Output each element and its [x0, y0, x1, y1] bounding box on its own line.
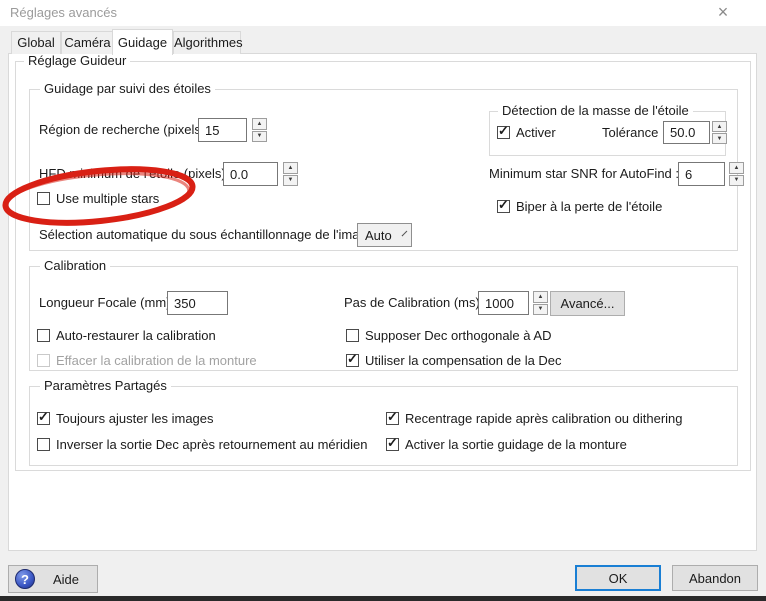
checkbox-label: Recentrage rapide après calibration ou d…	[405, 411, 683, 426]
tab-guidage[interactable]: Guidage	[112, 29, 173, 55]
checkbox-label: Activer la sortie guidage de la monture	[405, 437, 627, 452]
focal-length-input[interactable]: 350	[167, 291, 228, 315]
downsample-selected-value: Auto	[365, 228, 392, 243]
calibration-step-label: Pas de Calibration (ms) :	[344, 291, 487, 315]
reverse-dec-after-flip-checkbox[interactable]: Inverser la sortie Dec après retournemen…	[37, 436, 367, 452]
min-hfd-spinner: ▲ ▼	[283, 162, 298, 186]
spinner-down-icon[interactable]: ▼	[712, 133, 727, 144]
chevron-down-icon	[401, 230, 407, 236]
check-icon: ✓	[347, 351, 358, 367]
advanced-settings-dialog: Réglages avancés × Global Caméra Guidage…	[0, 0, 766, 601]
downsample-select[interactable]: Auto	[357, 223, 412, 247]
help-icon: ?	[15, 569, 35, 589]
check-icon: ✓	[387, 435, 398, 451]
groupbox-title: Réglage Guideur	[24, 53, 130, 68]
always-scale-images-checkbox[interactable]: ✓ Toujours ajuster les images	[37, 410, 214, 426]
tolerance-label: Tolérance :	[602, 121, 666, 145]
checkbox-box: ✓	[497, 126, 510, 139]
checkbox-label: Use multiple stars	[56, 191, 159, 206]
calibration-step-spinner: ▲ ▼	[533, 291, 548, 315]
tab-camera[interactable]: Caméra	[61, 31, 114, 54]
help-button[interactable]: ? Aide	[8, 565, 98, 593]
search-region-label: Région de recherche (pixels) :	[39, 118, 212, 142]
spinner-up-icon[interactable]: ▲	[533, 291, 548, 303]
checkbox-box: ✓	[497, 200, 510, 213]
use-multiple-stars-checkbox[interactable]: Use multiple stars	[37, 190, 159, 206]
groupbox-title: Calibration	[40, 258, 110, 273]
check-icon: ✓	[498, 123, 509, 139]
check-icon: ✓	[387, 409, 398, 425]
window-title: Réglages avancés	[10, 5, 117, 20]
check-icon: ✓	[38, 409, 49, 425]
tolerance-spinner: ▲ ▼	[712, 121, 727, 144]
min-snr-label: Minimum star SNR for AutoFind :	[489, 162, 679, 186]
enable-mount-guide-output-checkbox[interactable]: ✓ Activer la sortie guidage de la montur…	[386, 436, 627, 452]
check-icon: ✓	[498, 197, 509, 213]
help-button-label: Aide	[35, 572, 97, 587]
tab-algorithmes[interactable]: Algorithmes	[173, 31, 241, 54]
checkbox-label: Effacer la calibration de la monture	[56, 353, 257, 368]
checkbox-label: Toujours ajuster les images	[56, 411, 214, 426]
checkbox-box: ✓	[386, 438, 399, 451]
checkbox-label: Utiliser la compensation de la Dec	[365, 353, 562, 368]
ok-button[interactable]: OK	[575, 565, 661, 591]
window-bottom-edge	[0, 596, 766, 601]
groupbox-title: Guidage par suivi des étoiles	[40, 81, 215, 96]
checkbox-label: Activer	[516, 125, 556, 140]
checkbox-label: Supposer Dec orthogonale à AD	[365, 328, 551, 343]
cancel-button[interactable]: Abandon	[672, 565, 758, 591]
checkbox-box	[37, 192, 50, 205]
spinner-up-icon[interactable]: ▲	[729, 162, 744, 174]
guidage-tab-panel: Réglage Guideur Guidage par suivi des ét…	[8, 53, 757, 551]
close-icon[interactable]: ×	[708, 0, 738, 24]
groupbox-shared-params: Paramètres Partagés	[29, 386, 738, 466]
checkbox-box: ✓	[37, 412, 50, 425]
advanced-button[interactable]: Avancé...	[550, 291, 625, 316]
search-region-input[interactable]: 15	[198, 118, 247, 142]
focal-length-label: Longueur Focale (mm) :	[39, 291, 178, 315]
beep-on-star-lost-checkbox[interactable]: ✓ Biper à la perte de l'étoile	[497, 198, 662, 214]
checkbox-box	[37, 329, 50, 342]
checkbox-box: ✓	[386, 412, 399, 425]
search-region-spinner: ▲ ▼	[252, 118, 267, 142]
min-hfd-input[interactable]: 0.0	[223, 162, 278, 186]
checkbox-box	[37, 438, 50, 451]
spinner-up-icon[interactable]: ▲	[283, 162, 298, 174]
checkbox-label: Biper à la perte de l'étoile	[516, 199, 662, 214]
checkbox-label: Auto-restaurer la calibration	[56, 328, 216, 343]
checkbox-label: Inverser la sortie Dec après retournemen…	[56, 437, 367, 452]
assume-dec-orthogonal-checkbox[interactable]: Supposer Dec orthogonale à AD	[346, 327, 551, 343]
tolerance-input[interactable]: 50.0	[663, 121, 710, 144]
min-snr-input[interactable]: 6	[678, 162, 725, 186]
spinner-up-icon[interactable]: ▲	[252, 118, 267, 130]
groupbox-title: Détection de la masse de l'étoile	[498, 103, 693, 118]
titlebar: Réglages avancés ×	[0, 0, 766, 26]
tab-global[interactable]: Global	[11, 31, 61, 54]
checkbox-box: ✓	[346, 354, 359, 367]
checkbox-box	[37, 354, 50, 367]
spinner-down-icon[interactable]: ▼	[283, 175, 298, 187]
spinner-down-icon[interactable]: ▼	[252, 131, 267, 143]
downsample-label: Sélection automatique du sous échantillo…	[39, 223, 381, 247]
calibration-step-input[interactable]: 1000	[478, 291, 529, 315]
checkbox-box	[346, 329, 359, 342]
spinner-down-icon[interactable]: ▼	[729, 175, 744, 187]
fast-recenter-checkbox[interactable]: ✓ Recentrage rapide après calibration ou…	[386, 410, 683, 426]
spinner-down-icon[interactable]: ▼	[533, 304, 548, 316]
min-snr-spinner: ▲ ▼	[729, 162, 744, 186]
star-mass-enable-checkbox[interactable]: ✓ Activer	[497, 124, 556, 140]
min-hfd-label: HFD minimum de l'étoile (pixels) :	[39, 162, 233, 186]
clear-mount-calibration-checkbox: Effacer la calibration de la monture	[37, 352, 257, 368]
use-dec-compensation-checkbox[interactable]: ✓ Utiliser la compensation de la Dec	[346, 352, 562, 368]
spinner-up-icon[interactable]: ▲	[712, 121, 727, 132]
auto-restore-calibration-checkbox[interactable]: Auto-restaurer la calibration	[37, 327, 216, 343]
groupbox-title: Paramètres Partagés	[40, 378, 171, 393]
